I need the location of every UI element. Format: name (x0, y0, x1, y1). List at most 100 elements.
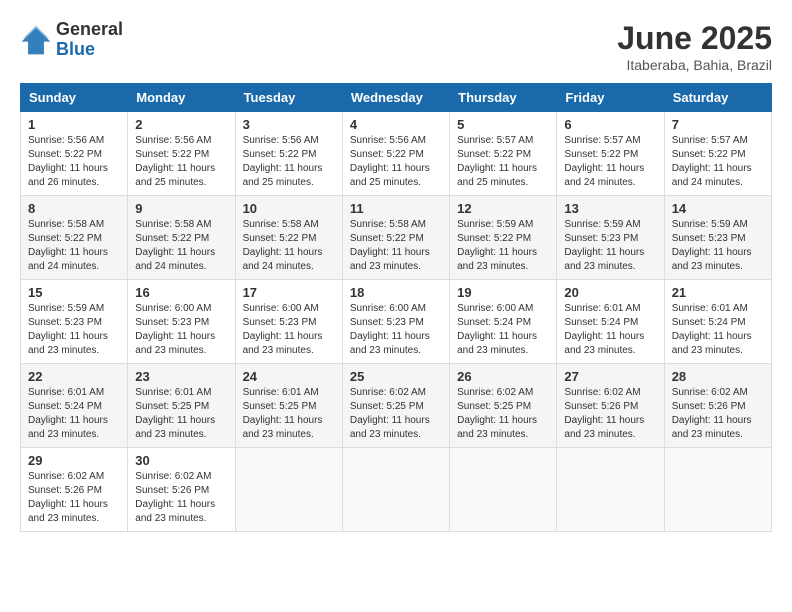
logo-general-text: General (56, 20, 123, 40)
day-info: Sunrise: 6:02 AMSunset: 5:25 PMDaylight:… (350, 387, 430, 440)
day-number: 25 (350, 369, 442, 384)
day-number: 30 (135, 453, 227, 468)
day-number: 21 (672, 285, 764, 300)
day-number: 19 (457, 285, 549, 300)
day-info: Sunrise: 6:01 AMSunset: 5:25 PMDaylight:… (243, 387, 323, 440)
column-header-tuesday: Tuesday (235, 84, 342, 112)
column-header-thursday: Thursday (450, 84, 557, 112)
calendar-cell: 3 Sunrise: 5:56 AMSunset: 5:22 PMDayligh… (235, 112, 342, 196)
column-header-saturday: Saturday (664, 84, 771, 112)
calendar-cell: 24 Sunrise: 6:01 AMSunset: 5:25 PMDaylig… (235, 364, 342, 448)
day-info: Sunrise: 6:01 AMSunset: 5:24 PMDaylight:… (564, 303, 644, 356)
location-subtitle: Itaberaba, Bahia, Brazil (617, 57, 772, 73)
day-number: 27 (564, 369, 656, 384)
calendar-cell: 15 Sunrise: 5:59 AMSunset: 5:23 PMDaylig… (21, 280, 128, 364)
calendar-cell (342, 448, 449, 532)
logo-icon (20, 24, 52, 56)
calendar-cell: 18 Sunrise: 6:00 AMSunset: 5:23 PMDaylig… (342, 280, 449, 364)
day-info: Sunrise: 6:02 AMSunset: 5:26 PMDaylight:… (135, 471, 215, 524)
day-info: Sunrise: 6:02 AMSunset: 5:26 PMDaylight:… (672, 387, 752, 440)
day-info: Sunrise: 6:00 AMSunset: 5:23 PMDaylight:… (243, 303, 323, 356)
day-info: Sunrise: 6:01 AMSunset: 5:25 PMDaylight:… (135, 387, 215, 440)
day-info: Sunrise: 6:01 AMSunset: 5:24 PMDaylight:… (672, 303, 752, 356)
day-info: Sunrise: 5:59 AMSunset: 5:23 PMDaylight:… (564, 219, 644, 272)
calendar-cell: 2 Sunrise: 5:56 AMSunset: 5:22 PMDayligh… (128, 112, 235, 196)
day-number: 29 (28, 453, 120, 468)
calendar-week-row: 1 Sunrise: 5:56 AMSunset: 5:22 PMDayligh… (21, 112, 772, 196)
day-number: 28 (672, 369, 764, 384)
day-number: 10 (243, 201, 335, 216)
day-number: 14 (672, 201, 764, 216)
day-number: 17 (243, 285, 335, 300)
calendar-cell (235, 448, 342, 532)
calendar-cell: 8 Sunrise: 5:58 AMSunset: 5:22 PMDayligh… (21, 196, 128, 280)
calendar-cell (664, 448, 771, 532)
calendar-week-row: 29 Sunrise: 6:02 AMSunset: 5:26 PMDaylig… (21, 448, 772, 532)
day-info: Sunrise: 6:02 AMSunset: 5:25 PMDaylight:… (457, 387, 537, 440)
calendar-cell: 4 Sunrise: 5:56 AMSunset: 5:22 PMDayligh… (342, 112, 449, 196)
calendar-cell: 1 Sunrise: 5:56 AMSunset: 5:22 PMDayligh… (21, 112, 128, 196)
calendar-cell: 27 Sunrise: 6:02 AMSunset: 5:26 PMDaylig… (557, 364, 664, 448)
logo-text: General Blue (56, 20, 123, 60)
calendar-cell: 13 Sunrise: 5:59 AMSunset: 5:23 PMDaylig… (557, 196, 664, 280)
day-number: 11 (350, 201, 442, 216)
calendar-cell: 9 Sunrise: 5:58 AMSunset: 5:22 PMDayligh… (128, 196, 235, 280)
logo-blue-text: Blue (56, 40, 123, 60)
day-info: Sunrise: 5:59 AMSunset: 5:22 PMDaylight:… (457, 219, 537, 272)
calendar-week-row: 22 Sunrise: 6:01 AMSunset: 5:24 PMDaylig… (21, 364, 772, 448)
day-number: 22 (28, 369, 120, 384)
calendar-cell: 7 Sunrise: 5:57 AMSunset: 5:22 PMDayligh… (664, 112, 771, 196)
calendar-cell: 21 Sunrise: 6:01 AMSunset: 5:24 PMDaylig… (664, 280, 771, 364)
calendar-cell: 26 Sunrise: 6:02 AMSunset: 5:25 PMDaylig… (450, 364, 557, 448)
calendar-cell: 14 Sunrise: 5:59 AMSunset: 5:23 PMDaylig… (664, 196, 771, 280)
calendar-header-row: SundayMondayTuesdayWednesdayThursdayFrid… (21, 84, 772, 112)
day-info: Sunrise: 5:59 AMSunset: 5:23 PMDaylight:… (672, 219, 752, 272)
day-info: Sunrise: 6:00 AMSunset: 5:23 PMDaylight:… (350, 303, 430, 356)
day-number: 18 (350, 285, 442, 300)
day-info: Sunrise: 6:00 AMSunset: 5:24 PMDaylight:… (457, 303, 537, 356)
day-number: 8 (28, 201, 120, 216)
calendar-cell: 25 Sunrise: 6:02 AMSunset: 5:25 PMDaylig… (342, 364, 449, 448)
logo: General Blue (20, 20, 123, 60)
day-number: 7 (672, 117, 764, 132)
day-info: Sunrise: 6:00 AMSunset: 5:23 PMDaylight:… (135, 303, 215, 356)
day-number: 24 (243, 369, 335, 384)
calendar-cell: 12 Sunrise: 5:59 AMSunset: 5:22 PMDaylig… (450, 196, 557, 280)
day-number: 13 (564, 201, 656, 216)
day-number: 6 (564, 117, 656, 132)
calendar-cell: 16 Sunrise: 6:00 AMSunset: 5:23 PMDaylig… (128, 280, 235, 364)
day-number: 20 (564, 285, 656, 300)
calendar-cell: 5 Sunrise: 5:57 AMSunset: 5:22 PMDayligh… (450, 112, 557, 196)
calendar-cell: 10 Sunrise: 5:58 AMSunset: 5:22 PMDaylig… (235, 196, 342, 280)
day-number: 23 (135, 369, 227, 384)
day-info: Sunrise: 5:56 AMSunset: 5:22 PMDaylight:… (135, 135, 215, 188)
day-number: 16 (135, 285, 227, 300)
day-info: Sunrise: 5:58 AMSunset: 5:22 PMDaylight:… (135, 219, 215, 272)
calendar-cell: 17 Sunrise: 6:00 AMSunset: 5:23 PMDaylig… (235, 280, 342, 364)
day-info: Sunrise: 5:57 AMSunset: 5:22 PMDaylight:… (564, 135, 644, 188)
day-number: 4 (350, 117, 442, 132)
column-header-monday: Monday (128, 84, 235, 112)
calendar-cell: 22 Sunrise: 6:01 AMSunset: 5:24 PMDaylig… (21, 364, 128, 448)
column-header-friday: Friday (557, 84, 664, 112)
calendar-cell: 19 Sunrise: 6:00 AMSunset: 5:24 PMDaylig… (450, 280, 557, 364)
calendar-cell (557, 448, 664, 532)
day-info: Sunrise: 5:58 AMSunset: 5:22 PMDaylight:… (350, 219, 430, 272)
column-header-wednesday: Wednesday (342, 84, 449, 112)
day-info: Sunrise: 5:56 AMSunset: 5:22 PMDaylight:… (350, 135, 430, 188)
month-title: June 2025 (617, 20, 772, 57)
calendar-table: SundayMondayTuesdayWednesdayThursdayFrid… (20, 83, 772, 532)
calendar-week-row: 8 Sunrise: 5:58 AMSunset: 5:22 PMDayligh… (21, 196, 772, 280)
day-number: 15 (28, 285, 120, 300)
column-header-sunday: Sunday (21, 84, 128, 112)
day-info: Sunrise: 5:56 AMSunset: 5:22 PMDaylight:… (243, 135, 323, 188)
day-number: 5 (457, 117, 549, 132)
day-info: Sunrise: 6:01 AMSunset: 5:24 PMDaylight:… (28, 387, 108, 440)
calendar-cell (450, 448, 557, 532)
day-info: Sunrise: 6:02 AMSunset: 5:26 PMDaylight:… (564, 387, 644, 440)
day-info: Sunrise: 5:56 AMSunset: 5:22 PMDaylight:… (28, 135, 108, 188)
calendar-cell: 23 Sunrise: 6:01 AMSunset: 5:25 PMDaylig… (128, 364, 235, 448)
day-number: 3 (243, 117, 335, 132)
day-number: 26 (457, 369, 549, 384)
day-info: Sunrise: 5:59 AMSunset: 5:23 PMDaylight:… (28, 303, 108, 356)
